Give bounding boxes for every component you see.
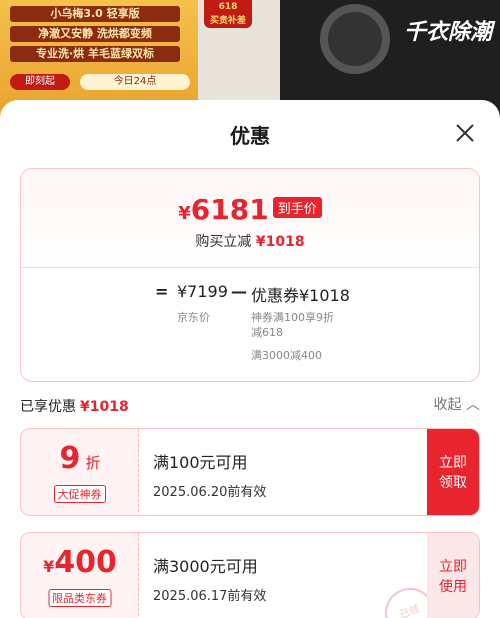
claim-coupon-button[interactable]: 立即 领取 (427, 429, 479, 515)
close-button[interactable] (454, 122, 476, 144)
coupon-currency: ¥ (43, 557, 55, 576)
coupon-condition: 满3000元可用 (153, 557, 258, 576)
badge-line: 618 (218, 2, 238, 12)
final-price-tag: 到手价 (272, 197, 322, 218)
action-label: 领取 (439, 475, 467, 491)
save-amount: ¥1018 (255, 234, 305, 250)
received-discount: 已享优惠 ¥1018 (20, 396, 129, 416)
sheet-title: 优惠 (230, 124, 270, 148)
action-label: 立即 (439, 559, 467, 575)
coupon-value-main: 9 (59, 441, 81, 476)
promo-pill: 即刻起 (10, 74, 70, 90)
summary-top: ¥6181 到手价 购买立减 ¥1018 (21, 169, 479, 267)
coupon-value-panel: 9 折 大促神券 (21, 429, 139, 515)
coupon-total: 优惠券¥1018 (251, 286, 350, 305)
jd-price-label: 京东价 (177, 311, 210, 324)
coupon-value-panel: ¥400 限品类东券 (21, 533, 139, 618)
coupon-condition: 满100元可用 (153, 453, 248, 472)
washer-drum (320, 4, 390, 74)
coupon-tag: 大促神券 (53, 485, 106, 503)
final-price-value: 6181 (190, 193, 269, 226)
action-label: 立即 (439, 455, 467, 471)
save-label: 购买立减 (195, 234, 252, 250)
promo-badge: 618 买贵补差 (204, 0, 252, 28)
discount-sheet: 优惠 ¥6181 到手价 购买立减 ¥1018 = ¥7199 — 优惠券¥101… (0, 100, 500, 618)
coupon-detail: 满3000减400 (251, 349, 322, 362)
minus-sign: — (231, 282, 247, 301)
save-line: 购买立减 ¥1018 (21, 231, 479, 251)
promo-line: 小乌梅3.0 轻享版 (10, 6, 180, 22)
promo-pill: 今日24点 (80, 74, 190, 90)
coupon-value-main: 400 (54, 545, 117, 580)
use-coupon-button[interactable]: 立即 使用 (427, 533, 479, 618)
jd-price: ¥7199 (177, 282, 228, 301)
action-label: 使用 (439, 579, 467, 595)
promo-line: 净澈又安静 洗烘都变频 (10, 26, 180, 42)
coupon-value: ¥400 (21, 545, 139, 580)
price-summary-card: ¥6181 到手价 购买立减 ¥1018 = ¥7199 — 优惠券¥1018 京… (20, 168, 480, 382)
received-label: 已享优惠 (20, 399, 76, 415)
collapse-button[interactable]: 收起 ︿ (434, 394, 480, 414)
coupon-value-unit: 折 (85, 454, 101, 472)
coupon-value: 9 折 (21, 441, 139, 476)
close-icon (456, 124, 474, 142)
badge-line: 买贵补差 (209, 16, 246, 26)
coupon-tag: 限品类东券 (48, 589, 111, 607)
coupon-card: 9 折 大促神券 满100元可用 2025.06.20前有效 立即 领取 (20, 428, 480, 516)
coupon-detail: 减618 (251, 326, 283, 339)
coupon-card: ¥400 限品类东券 满3000元可用 2025.06.17前有效 已领 立即 … (20, 532, 480, 618)
final-price: ¥6181 到手价 (21, 193, 479, 226)
washer-slogan: 千衣除潮 (403, 20, 492, 45)
equals-sign: = (155, 282, 169, 301)
promo-line: 专业洗·烘 羊毛蓝绿双标 (10, 46, 180, 62)
received-amount: ¥1018 (80, 399, 129, 415)
coupon-detail: 神券满100享9折 (251, 311, 334, 324)
coupon-expiry: 2025.06.17前有效 (153, 589, 267, 604)
price-breakdown: = ¥7199 — 优惠券¥1018 京东价 神券满100享9折 减618 满3… (21, 267, 479, 381)
currency-symbol: ¥ (178, 203, 191, 224)
coupon-expiry: 2025.06.20前有效 (153, 485, 267, 500)
